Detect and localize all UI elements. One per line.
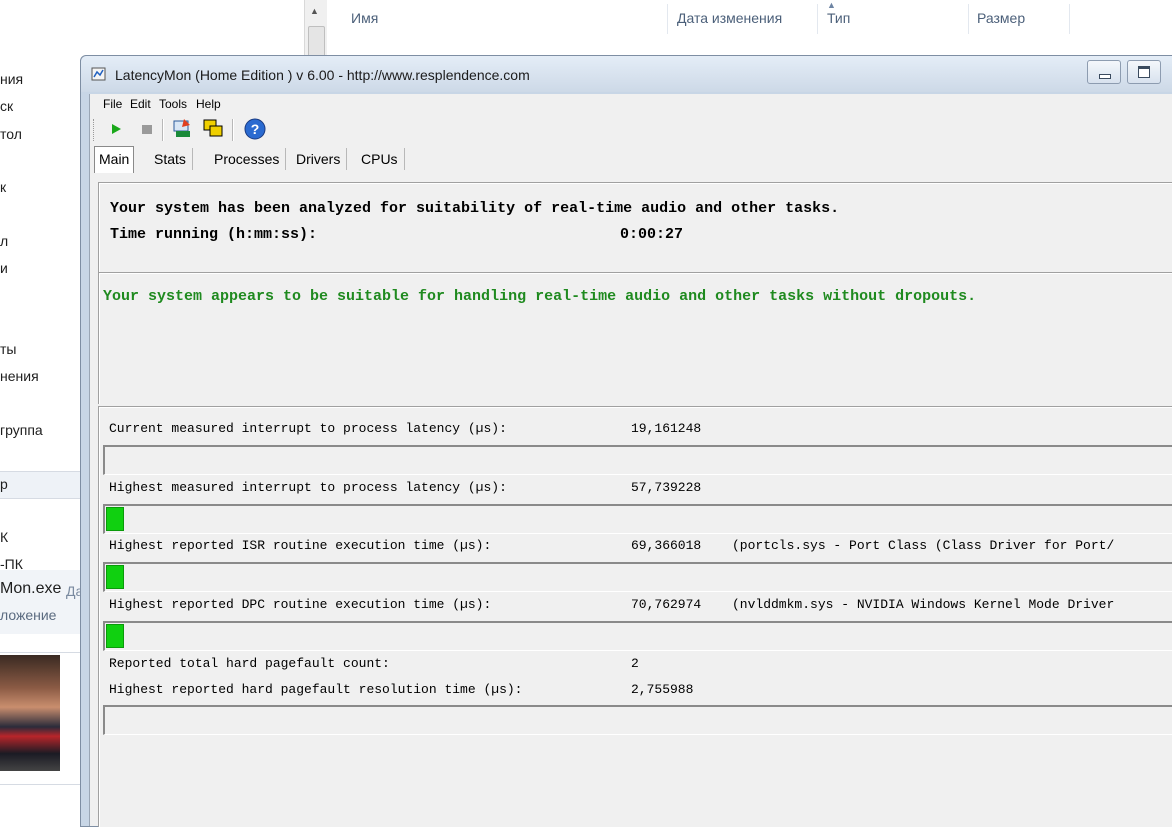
menu-bar: File Edit Tools Help (90, 94, 1172, 114)
avatar (0, 655, 60, 771)
client-area: File Edit Tools Help ? Main Stats Proces… (89, 94, 1172, 827)
verdict-text: Your system appears to be suitable for h… (103, 288, 977, 305)
menu-edit[interactable]: Edit (130, 97, 151, 111)
pagefault-time-value: 2,755988 (631, 682, 694, 697)
menu-help[interactable]: Help (196, 97, 221, 111)
divider (0, 652, 80, 653)
toolbar-grip[interactable] (93, 119, 97, 141)
tab-strip: Main Stats Processes Drivers CPUs (90, 146, 1172, 174)
stats-panel: Current measured interrupt to process la… (98, 406, 1172, 827)
summary-panel: Your system has been analyzed for suitab… (98, 182, 1172, 273)
highest-latency-bar (103, 504, 1172, 534)
sidebar-item[interactable]: ния (0, 71, 23, 87)
column-type[interactable]: Тип (827, 10, 850, 26)
stop-icon[interactable] (135, 117, 159, 141)
tab-processes[interactable]: Processes (208, 148, 287, 170)
dpc-time-bar (103, 621, 1172, 651)
divider (817, 4, 818, 34)
verdict-panel: Your system appears to be suitable for h… (98, 272, 1172, 404)
tab-stats[interactable]: Stats (148, 148, 193, 170)
tab-cpus[interactable]: CPUs (355, 148, 405, 170)
app-icon (91, 67, 106, 81)
isr-driver: (portcls.sys - Port Class (Class Driver … (732, 538, 1115, 553)
divider (968, 4, 969, 34)
sidebar-item[interactable]: тол (0, 126, 22, 142)
dpc-time-value: 70,762974 (631, 597, 702, 612)
selected-file-name: Mon.exe (0, 580, 62, 597)
explorer-sidebar: ния ск тол к л и ты нения группа р К -ПК… (0, 0, 83, 813)
column-size[interactable]: Размер (977, 10, 1025, 26)
window-icon[interactable] (201, 117, 225, 141)
selected-file-type: ложение (0, 607, 57, 623)
dpc-time-fill (106, 624, 124, 648)
help-icon[interactable]: ? (243, 117, 267, 141)
divider (1069, 4, 1070, 34)
title-bar[interactable]: LatencyMon (Home Edition ) v 6.00 - http… (81, 56, 1172, 92)
tab-drivers[interactable]: Drivers (290, 148, 348, 170)
toolbar-separator (232, 119, 234, 141)
install-icon[interactable] (170, 117, 194, 141)
toolbar: ? (90, 114, 1172, 146)
sidebar-item[interactable]: и (0, 260, 8, 276)
pagefault-time-label: Highest reported hard pagefault resoluti… (109, 682, 523, 697)
menu-tools[interactable]: Tools (159, 97, 187, 111)
latencymon-window: LatencyMon (Home Edition ) v 6.00 - http… (80, 55, 1172, 827)
maximize-button[interactable] (1127, 60, 1161, 84)
time-running-label: Time running (h:mm:ss): (110, 226, 318, 243)
isr-time-fill (106, 565, 124, 589)
highest-latency-value: 57,739228 (631, 480, 702, 495)
sidebar-item[interactable]: группа (0, 422, 43, 438)
sidebar-item[interactable]: К (0, 529, 8, 545)
time-running-value: 0:00:27 (620, 226, 684, 243)
sidebar-item[interactable]: ты (0, 341, 16, 357)
file-list-header: ▲ Имя Дата изменения Тип Размер (327, 0, 1172, 38)
column-name[interactable]: Имя (351, 10, 378, 26)
pagefault-count-label: Reported total hard pagefault count: (109, 656, 390, 671)
dpc-time-label: Highest reported DPC routine execution t… (109, 597, 492, 612)
divider (667, 4, 668, 34)
scroll-up-icon[interactable]: ▲ (310, 6, 319, 16)
svg-text:?: ? (251, 121, 260, 137)
minimize-button[interactable] (1087, 60, 1121, 84)
explorer-scrollbar[interactable]: ▲ (304, 0, 327, 59)
menu-file[interactable]: File (103, 97, 122, 111)
analysis-text: Your system has been analyzed for suitab… (110, 200, 840, 217)
sidebar-item[interactable]: л (0, 233, 8, 249)
current-latency-value: 19,161248 (631, 421, 702, 436)
current-latency-label: Current measured interrupt to process la… (109, 421, 507, 436)
tab-main[interactable]: Main (94, 146, 135, 173)
sidebar-item[interactable]: р (0, 476, 8, 492)
play-icon[interactable] (104, 117, 128, 141)
sidebar-band (0, 471, 80, 499)
sort-ascending-icon: ▲ (827, 0, 836, 10)
isr-time-value: 69,366018 (631, 538, 702, 553)
pagefault-time-bar (103, 705, 1172, 735)
isr-time-label: Highest reported ISR routine execution t… (109, 538, 492, 553)
highest-latency-label: Highest measured interrupt to process la… (109, 480, 507, 495)
isr-time-bar (103, 562, 1172, 592)
toolbar-separator (162, 119, 164, 141)
window-title: LatencyMon (Home Edition ) v 6.00 - http… (115, 67, 530, 83)
divider (0, 784, 80, 785)
dpc-driver: (nvlddmkm.sys - NVIDIA Windows Kernel Mo… (732, 597, 1115, 612)
sidebar-item[interactable]: ск (0, 98, 13, 114)
sidebar-item[interactable]: нения (0, 368, 39, 384)
highest-latency-fill (106, 507, 124, 531)
sidebar-item[interactable]: к (0, 179, 6, 195)
pagefault-count-value: 2 (631, 656, 639, 671)
column-date[interactable]: Дата изменения (677, 10, 782, 26)
current-latency-bar (103, 445, 1172, 475)
